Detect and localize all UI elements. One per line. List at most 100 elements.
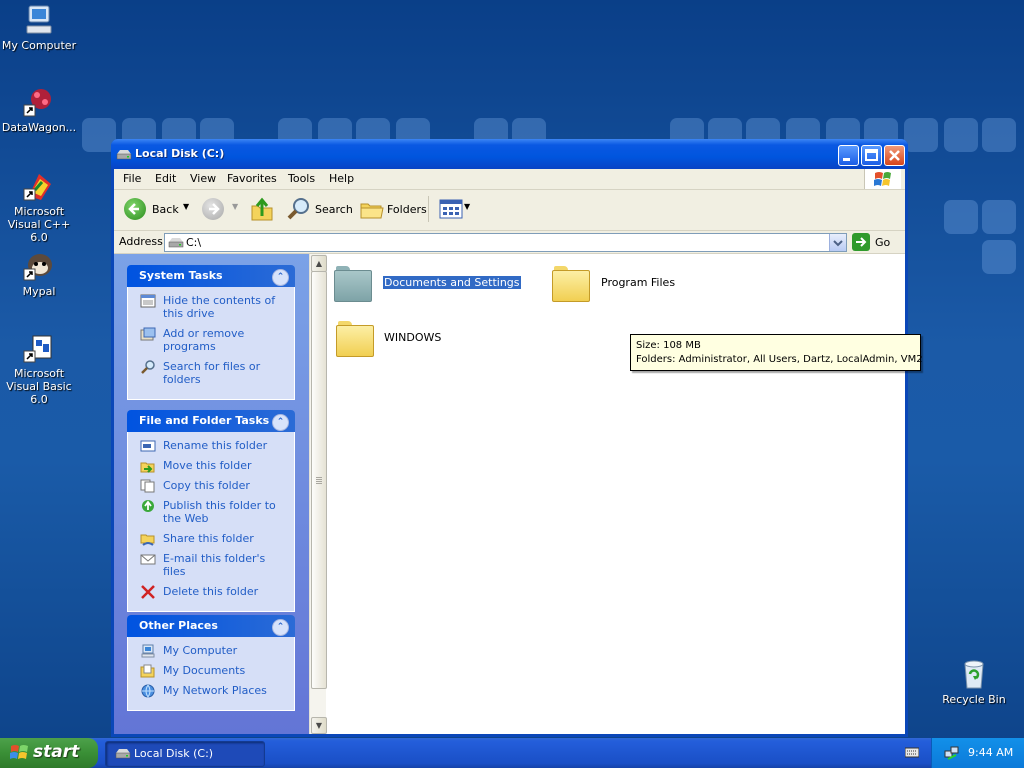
folder-item-program-files[interactable]: Program Files	[552, 266, 692, 306]
windows-logo-icon	[10, 745, 28, 759]
delete-icon	[141, 585, 155, 599]
task-label: Rename this folder	[163, 439, 268, 452]
system-tray: 9:44 AM	[931, 738, 1024, 768]
task-label: Delete this folder	[163, 585, 259, 598]
menu-tools[interactable]: Tools	[288, 172, 315, 185]
scroll-thumb[interactable]	[311, 271, 327, 689]
menu-edit[interactable]: Edit	[155, 172, 176, 185]
address-dropdown-button[interactable]	[829, 234, 846, 251]
minimize-button[interactable]	[838, 145, 859, 166]
file-folder-tasks-body: Rename this folder Move this folder Copy…	[127, 432, 295, 612]
menu-file[interactable]: File	[123, 172, 141, 185]
task-label: Publish this folder to the Web	[163, 499, 276, 525]
desktop-icon-visual-basic[interactable]: Microsoft Visual Basic 6.0	[0, 332, 78, 406]
folder-item-documents-and-settings[interactable]: Documents and Settings	[334, 266, 522, 306]
place-network-places[interactable]: My Network Places	[128, 684, 294, 698]
visual-basic-shortcut-icon	[23, 332, 55, 364]
maximize-button[interactable]	[861, 145, 882, 166]
task-copy-folder[interactable]: Copy this folder	[128, 479, 294, 493]
search-icon	[287, 198, 309, 220]
desktop-icon-label: Microsoft Visual Basic 6.0	[6, 367, 72, 406]
task-add-remove-programs[interactable]: Add or remove programs	[128, 327, 294, 353]
taskbar-window-label: Local Disk (C:)	[134, 747, 214, 760]
address-value: C:\	[186, 236, 202, 249]
menu-bar: File Edit View Favorites Tools Help	[114, 169, 905, 190]
collapse-chevron-icon[interactable]: ⌃	[272, 269, 289, 286]
task-label: My Computer	[163, 644, 238, 657]
system-tasks-header[interactable]: System Tasks ⌃	[127, 265, 295, 287]
window-frame: File Edit View Favorites Tools Help Back…	[114, 169, 923, 734]
folder-info-tooltip: Size: 108 MB Folders: Administrator, All…	[630, 334, 923, 371]
start-button[interactable]: start	[0, 738, 98, 768]
other-places-body: My Computer My Documents My Network Plac…	[127, 637, 295, 711]
task-label: Share this folder	[163, 532, 254, 545]
datawagon-shortcut-icon	[23, 86, 55, 118]
file-folder-tasks-header[interactable]: File and Folder Tasks ⌃	[127, 410, 295, 432]
file-list: Documents and Settings Program Files WIN…	[326, 254, 923, 734]
go-button[interactable]: Go	[851, 232, 899, 252]
network-places-icon	[141, 684, 155, 698]
desktop-icon-recycle-bin[interactable]: Recycle Bin	[935, 658, 1013, 706]
folder-name: Program Files	[601, 276, 676, 289]
forward-button[interactable]: ▼	[198, 194, 242, 224]
folders-icon	[360, 203, 384, 219]
explorer-window: Local Disk (C:) File Edit View Favorites…	[111, 139, 923, 737]
search-button[interactable]: Search	[284, 194, 353, 224]
back-arrow-icon	[124, 198, 146, 220]
taskbar: start Local Disk (C:) 9:44 AM	[0, 738, 1024, 768]
back-dropdown-icon[interactable]: ▼	[183, 202, 189, 211]
drive-icon	[168, 238, 184, 248]
task-delete-folder[interactable]: Delete this folder	[128, 585, 294, 599]
forward-arrow-icon	[202, 198, 224, 220]
clock[interactable]: 9:44 AM	[968, 746, 1013, 759]
recycle-bin-icon	[958, 658, 990, 690]
add-remove-programs-icon	[140, 327, 156, 341]
up-folder-button[interactable]	[250, 196, 274, 222]
folder-name: Documents and Settings	[382, 275, 522, 290]
task-hide-contents[interactable]: Hide the contents of this drive	[128, 294, 294, 320]
file-folder-tasks-panel: File and Folder Tasks ⌃ Rename this fold…	[127, 410, 295, 612]
menu-view[interactable]: View	[190, 172, 216, 185]
scroll-down-button[interactable]: ▼	[311, 717, 327, 734]
desktop-icon-mypal[interactable]: Mypal	[0, 250, 78, 298]
keyboard-icon[interactable]	[904, 746, 920, 758]
task-pane-scrollbar[interactable]: ▲ ▼	[309, 254, 327, 734]
email-icon	[140, 554, 156, 565]
task-pane: System Tasks ⌃ Hide the contents of this…	[114, 254, 309, 734]
task-rename-folder[interactable]: Rename this folder	[128, 439, 294, 452]
place-my-computer[interactable]: My Computer	[128, 644, 294, 658]
task-search-files[interactable]: Search for files or folders	[128, 360, 294, 386]
desktop-icon-my-computer[interactable]: My Computer	[0, 4, 78, 52]
back-button[interactable]: Back ▼	[120, 194, 192, 224]
place-my-documents[interactable]: My Documents	[128, 664, 294, 678]
other-places-header[interactable]: Other Places ⌃	[127, 615, 295, 637]
network-status-icon[interactable]	[944, 745, 960, 761]
folders-button[interactable]: Folders	[357, 194, 427, 224]
folders-label: Folders	[387, 203, 427, 216]
copy-icon	[140, 479, 155, 493]
task-label: Copy this folder	[163, 479, 250, 492]
taskbar-window-button[interactable]: Local Disk (C:)	[105, 741, 265, 767]
folder-item-windows[interactable]: WINDOWS	[336, 321, 476, 361]
task-move-folder[interactable]: Move this folder	[128, 459, 294, 473]
menu-help[interactable]: Help	[329, 172, 354, 185]
task-email-files[interactable]: E-mail this folder's files	[128, 552, 294, 578]
window-title: Local Disk (C:)	[135, 147, 225, 160]
desktop-icon-label: Microsoft Visual C++ 6.0	[7, 205, 71, 244]
views-button[interactable]: ▼	[436, 194, 472, 224]
folder-icon	[336, 321, 374, 357]
address-input[interactable]: C:\	[164, 233, 847, 252]
desktop-icon-label: Mypal	[22, 285, 56, 298]
menu-favorites[interactable]: Favorites	[227, 172, 277, 185]
close-button[interactable]	[884, 145, 905, 166]
desktop-icon-datawagon[interactable]: DataWagon...	[0, 86, 78, 134]
desktop-icon-visual-cpp[interactable]: Microsoft Visual C++ 6.0	[0, 170, 78, 244]
scroll-up-button[interactable]: ▲	[311, 255, 327, 272]
window-titlebar[interactable]: Local Disk (C:)	[111, 139, 908, 169]
task-share-folder[interactable]: Share this folder	[128, 532, 294, 546]
task-publish-web[interactable]: Publish this folder to the Web	[128, 499, 294, 525]
file-folder-tasks-title: File and Folder Tasks	[139, 414, 270, 427]
collapse-chevron-icon[interactable]: ⌃	[272, 619, 289, 636]
collapse-chevron-icon[interactable]: ⌃	[272, 414, 289, 431]
other-places-panel: Other Places ⌃ My Computer My Documents	[127, 615, 295, 711]
